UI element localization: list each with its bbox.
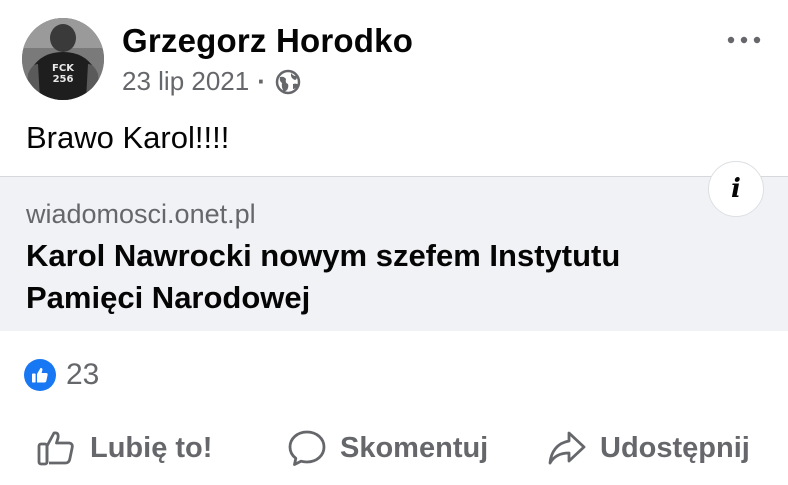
comment-label: Skomentuj: [340, 431, 489, 464]
link-domain: wiadomosci.onet.pl: [26, 199, 256, 229]
share-label: Udostępnij: [600, 431, 750, 464]
reactions-summary[interactable]: 23: [24, 358, 99, 392]
action-bar: Lubię to! Skomentuj Udostępnij: [0, 420, 788, 476]
info-icon[interactable]: i: [708, 161, 764, 217]
link-headline[interactable]: Karol Nawrocki nowym szefem Instytutu Pa…: [26, 235, 736, 319]
avatar[interactable]: FCK 256: [22, 18, 104, 100]
globe-icon: [274, 68, 302, 96]
info-glyph: i: [731, 174, 741, 204]
share-icon: [548, 431, 586, 465]
more-icon: [727, 36, 761, 44]
post-date[interactable]: 23 lip 2021: [122, 66, 249, 97]
avatar-shirt-text-1: FCK: [52, 63, 75, 74]
author-name[interactable]: Grzegorz Horodko: [122, 22, 413, 60]
post-meta: 23 lip 2021 ·: [122, 66, 302, 97]
like-label: Lubię to!: [90, 431, 213, 464]
avatar-image: FCK 256: [22, 18, 104, 100]
comment-button[interactable]: Skomentuj: [286, 420, 488, 476]
post-text: Brawo Karol!!!!: [26, 120, 230, 155]
like-icon: [24, 359, 56, 391]
comment-icon: [288, 430, 326, 466]
reaction-count: 23: [66, 358, 100, 391]
thumbs-up-icon: [37, 431, 74, 466]
more-options-button[interactable]: [724, 30, 764, 50]
avatar-shirt-text-2: 256: [53, 74, 74, 85]
share-button[interactable]: Udostępnij: [546, 420, 750, 476]
like-button[interactable]: Lubię to!: [36, 420, 212, 476]
meta-separator: ·: [257, 66, 266, 96]
link-preview-card[interactable]: i wiadomosci.onet.pl Karol Nawrocki nowy…: [0, 161, 788, 331]
